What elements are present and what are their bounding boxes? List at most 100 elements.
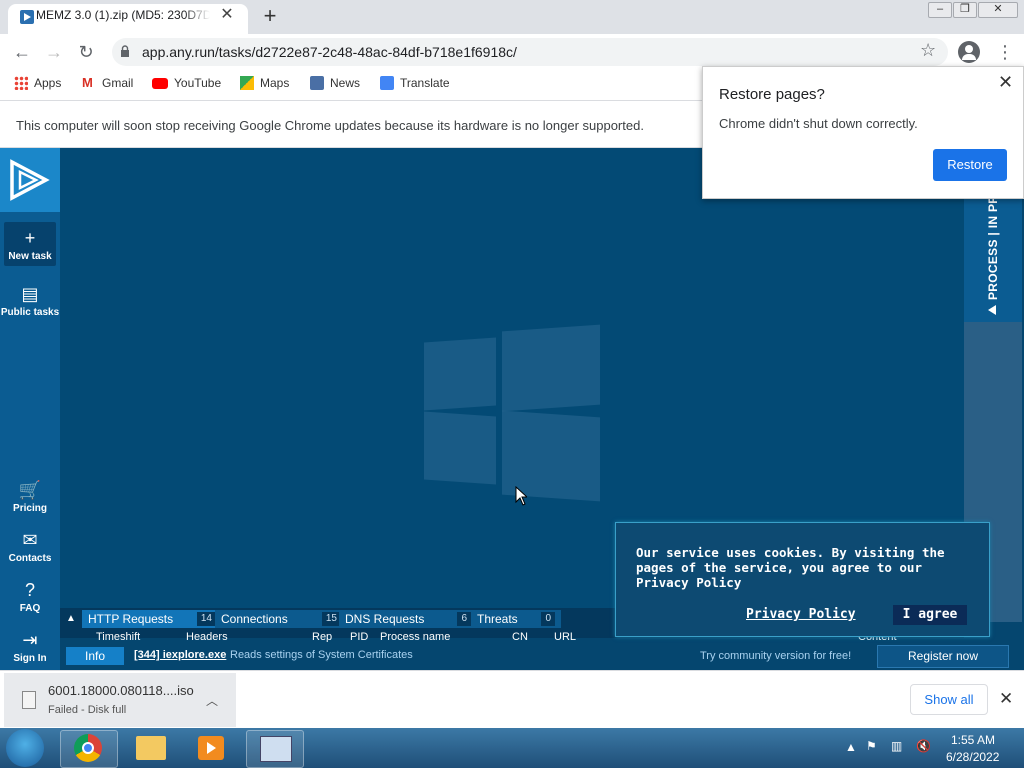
- bookmark-label: Maps: [260, 76, 290, 90]
- tab-count: 14: [196, 612, 216, 626]
- anyrun-logo[interactable]: [0, 148, 60, 212]
- tab-connections[interactable]: Connections 15: [215, 610, 347, 628]
- dialog-message: Chrome didn't shut down correctly.: [719, 116, 918, 131]
- lock-icon[interactable]: [120, 45, 130, 57]
- cart-icon: 🛒: [18, 480, 42, 500]
- profile-icon[interactable]: [958, 41, 980, 63]
- clock-date[interactable]: 6/28/2022: [946, 750, 999, 764]
- sidebar-item-faq[interactable]: ? FAQ: [0, 580, 60, 614]
- bookmark-gmail[interactable]: M Gmail: [82, 75, 133, 91]
- signin-icon: ⇥: [22, 630, 38, 650]
- column-header[interactable]: Rep: [312, 631, 332, 642]
- infobar-message: This computer will soon stop receiving G…: [16, 118, 644, 133]
- sidebar-item-public-tasks[interactable]: ▤ Public tasks: [0, 284, 60, 318]
- cookie-text: Our service uses cookies. By visiting th…: [636, 545, 945, 590]
- download-status: Failed - Disk full: [48, 704, 127, 716]
- register-button[interactable]: Register now: [877, 645, 1009, 668]
- column-header[interactable]: Headers: [186, 631, 228, 642]
- minimize-button[interactable]: –: [928, 2, 952, 18]
- tab-label: Connections: [221, 612, 288, 626]
- close-icon[interactable]: ✕: [998, 72, 1013, 93]
- bookmark-label: Apps: [34, 76, 62, 90]
- mouse-cursor-icon: [515, 485, 529, 509]
- clock-time[interactable]: 1:55 AM: [951, 733, 995, 747]
- reload-icon[interactable]: ↻: [74, 40, 98, 64]
- tab-http-requests[interactable]: HTTP Requests 14: [82, 610, 222, 628]
- sidebar-item-new-task[interactable]: + New task: [0, 228, 60, 262]
- translate-icon: [380, 76, 394, 90]
- column-header[interactable]: CN: [512, 631, 528, 642]
- plus-icon: +: [24, 228, 36, 248]
- collapse-up-icon[interactable]: ▲: [64, 611, 78, 627]
- dialog-title: Restore pages?: [719, 86, 825, 103]
- column-header[interactable]: URL: [554, 631, 576, 642]
- community-link[interactable]: Try community version for free!: [700, 650, 851, 662]
- windows-logo-pane: [424, 411, 496, 485]
- agree-button[interactable]: I agree: [893, 605, 967, 625]
- volume-muted-icon[interactable]: 🔇: [916, 739, 931, 753]
- action-center-icon[interactable]: ⚑: [866, 739, 877, 753]
- bookmark-maps[interactable]: Maps: [240, 76, 289, 90]
- privacy-policy-link[interactable]: Privacy Policy: [746, 607, 856, 622]
- bookmark-label: YouTube: [174, 76, 222, 90]
- sidebar-item-pricing[interactable]: 🛒 Pricing: [0, 480, 60, 514]
- close-shelf-icon[interactable]: ✕: [999, 689, 1013, 709]
- bookmark-apps[interactable]: Apps: [14, 76, 61, 90]
- gmail-icon: M: [82, 75, 93, 90]
- bookmark-label: News: [330, 76, 361, 90]
- info-button[interactable]: Info: [66, 647, 124, 665]
- sidebar-item-label: New task: [8, 251, 52, 262]
- show-all-button[interactable]: Show all: [910, 684, 988, 715]
- tab-count: 6: [457, 612, 471, 626]
- column-header[interactable]: Process name: [380, 631, 450, 642]
- column-header[interactable]: Timeshift: [96, 631, 140, 642]
- question-icon: ?: [24, 580, 35, 600]
- youtube-icon: [152, 77, 168, 89]
- bookmark-label: Translate: [400, 76, 450, 90]
- url-text[interactable]: app.any.run/tasks/d2722e87-2c48-48ac-84d…: [142, 44, 517, 60]
- arrow-left-icon: [988, 305, 996, 315]
- anyrun-favicon-icon: [20, 10, 34, 24]
- bookmark-news[interactable]: News: [310, 76, 360, 90]
- column-header[interactable]: PID: [350, 631, 368, 642]
- sidebar-item-label: FAQ: [19, 603, 41, 614]
- start-button[interactable]: [6, 729, 44, 767]
- download-filename[interactable]: 6001.18000.080118....iso: [48, 683, 194, 698]
- sidebar-item-label: Sign In: [13, 653, 47, 664]
- close-window-button[interactable]: ✕: [978, 2, 1018, 18]
- menu-kebab-icon[interactable]: ⋮: [996, 41, 1014, 63]
- tab-dns-requests[interactable]: DNS Requests 6: [339, 610, 477, 628]
- tab-count: 0: [541, 612, 555, 626]
- maximize-button[interactable]: ❐: [953, 2, 977, 18]
- sidebar-item-sign-in[interactable]: ⇥ Sign In: [0, 630, 60, 664]
- tab-label: DNS Requests: [345, 612, 425, 626]
- bookmark-youtube[interactable]: YouTube: [152, 76, 221, 90]
- new-tab-button[interactable]: +: [258, 4, 282, 28]
- apps-grid-icon: [14, 76, 28, 90]
- chrome-icon: [74, 734, 102, 762]
- tab-title[interactable]: MEMZ 3.0 (1).zip (MD5: 230D7DC: [36, 8, 210, 22]
- process-link[interactable]: [344] iexplore.exe: [134, 649, 226, 661]
- folder-icon: [136, 736, 166, 760]
- tab-label: Threats: [477, 612, 518, 626]
- tab-close-icon[interactable]: ✕: [218, 6, 236, 24]
- tab-threats[interactable]: Threats 0: [471, 610, 561, 628]
- tray-expand-icon[interactable]: ▲: [845, 740, 857, 754]
- document-icon: ▤: [21, 284, 39, 304]
- network-app-icon: [260, 736, 292, 762]
- tab-label: HTTP Requests: [88, 612, 174, 626]
- restore-button[interactable]: Restore: [933, 149, 1007, 181]
- bookmark-translate[interactable]: Translate: [380, 76, 450, 90]
- news-icon: [310, 76, 324, 90]
- sidebar-item-label: Contacts: [8, 553, 52, 564]
- sidebar-item-contacts[interactable]: ✉ Contacts: [0, 530, 60, 564]
- bookmark-star-icon[interactable]: ☆: [920, 40, 936, 61]
- maps-icon: [240, 76, 254, 90]
- chevron-up-icon[interactable]: ︿: [206, 692, 218, 709]
- sidebar-item-label: Public tasks: [0, 307, 60, 318]
- download-item[interactable]: [4, 673, 236, 727]
- media-player-icon: [198, 736, 224, 760]
- back-icon[interactable]: ←: [10, 40, 34, 64]
- network-tray-icon[interactable]: ▥: [891, 739, 902, 753]
- forward-icon[interactable]: →: [42, 40, 66, 64]
